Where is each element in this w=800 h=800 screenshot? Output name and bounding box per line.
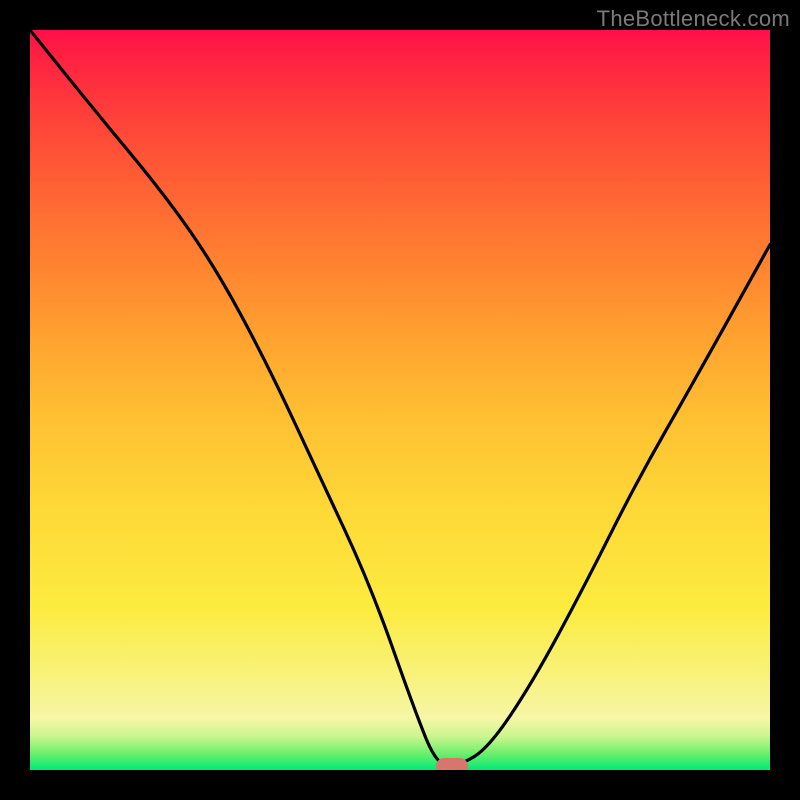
chart-frame: TheBottleneck.com xyxy=(0,0,800,800)
bottleneck-curve xyxy=(30,30,770,770)
watermark-label: TheBottleneck.com xyxy=(597,6,790,32)
minimum-marker xyxy=(436,758,468,770)
plot-area xyxy=(30,30,770,770)
